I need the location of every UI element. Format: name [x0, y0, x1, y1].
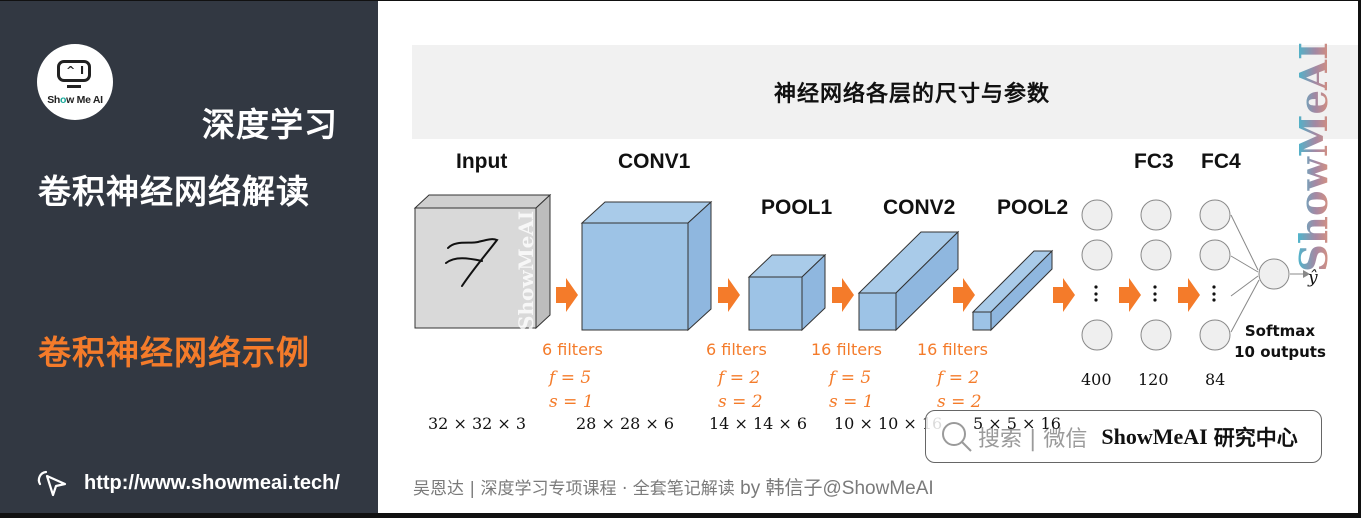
conv1-cube — [580, 200, 713, 332]
arrow-icon — [1178, 278, 1200, 312]
neuron — [1140, 319, 1172, 351]
neuron — [1199, 199, 1231, 231]
filters-conv1: 6 filters — [542, 340, 603, 359]
layer-label-conv1: CONV1 — [618, 150, 691, 173]
filters-pool1: 6 filters — [706, 340, 767, 359]
filters-pool2: 16 filters — [917, 340, 988, 359]
fc-count-120: 120 — [1138, 370, 1169, 389]
param-s-conv1: s = 1 — [549, 392, 594, 412]
output-neuron — [1258, 258, 1290, 290]
dims-conv1: 28 × 28 × 6 — [576, 414, 675, 433]
pool1-cube — [747, 253, 827, 332]
layer-label-fc3: FC3 — [1134, 150, 1174, 173]
arrow-icon — [953, 278, 975, 312]
layer-label-fc4: FC4 — [1201, 150, 1241, 173]
frame-bottom-border — [0, 513, 1361, 518]
arrow-icon — [832, 278, 854, 312]
param-s-conv2: s = 1 — [829, 392, 874, 412]
layer-label-pool1: POOL1 — [761, 196, 833, 219]
filters-conv2: 16 filters — [811, 340, 882, 359]
search-brand-suffix: 研究中心 — [1213, 425, 1298, 450]
arrow-icon — [718, 278, 740, 312]
arrow-icon — [556, 278, 578, 312]
dims-pool1: 14 × 14 × 6 — [709, 414, 808, 433]
neuron — [1199, 319, 1231, 351]
conv2-cube — [857, 230, 960, 332]
footer-credit: 吴恩达 | 深度学习专项课程 · 全套笔记解读 by 韩信子@ShowMeAI — [413, 478, 934, 499]
neuron — [1081, 239, 1113, 271]
param-s-pool2: s = 2 — [937, 392, 982, 412]
input-cube: ShowMeAI — [413, 193, 552, 330]
layer-label-pool2: POOL2 — [997, 196, 1069, 219]
layer-label-conv2: CONV2 — [883, 196, 956, 219]
dims-pool2: 5 × 5 × 16 — [973, 414, 1061, 433]
param-f-pool2: f = 2 — [937, 368, 980, 388]
neuron — [1140, 239, 1172, 271]
fc-count-84: 84 — [1205, 370, 1226, 389]
dims-input: 32 × 32 × 3 — [428, 414, 527, 433]
search-icon — [942, 421, 972, 452]
softmax-label: Softmax 10 outputs — [1234, 322, 1326, 361]
param-f-conv1: f = 5 — [549, 368, 592, 388]
fc-count-400: 400 — [1081, 370, 1112, 389]
layer-label-input: Input — [456, 150, 508, 173]
arrow-icon — [1053, 278, 1075, 312]
neuron — [1081, 199, 1113, 231]
param-f-pool1: f = 2 — [718, 368, 761, 388]
pool2-cube — [971, 249, 1054, 332]
neuron — [1140, 199, 1172, 231]
neuron — [1199, 239, 1231, 271]
frame-top-border — [0, 0, 1361, 1]
arrow-icon — [1119, 278, 1141, 312]
search-brand: ShowMeAI — [1101, 423, 1208, 449]
param-s-pool1: s = 2 — [718, 392, 763, 412]
input-watermark: ShowMeAI — [514, 211, 538, 330]
neuron — [1081, 319, 1113, 351]
param-f-conv2: f = 5 — [829, 368, 872, 388]
side-watermark: ShowMeAI — [1291, 42, 1336, 272]
